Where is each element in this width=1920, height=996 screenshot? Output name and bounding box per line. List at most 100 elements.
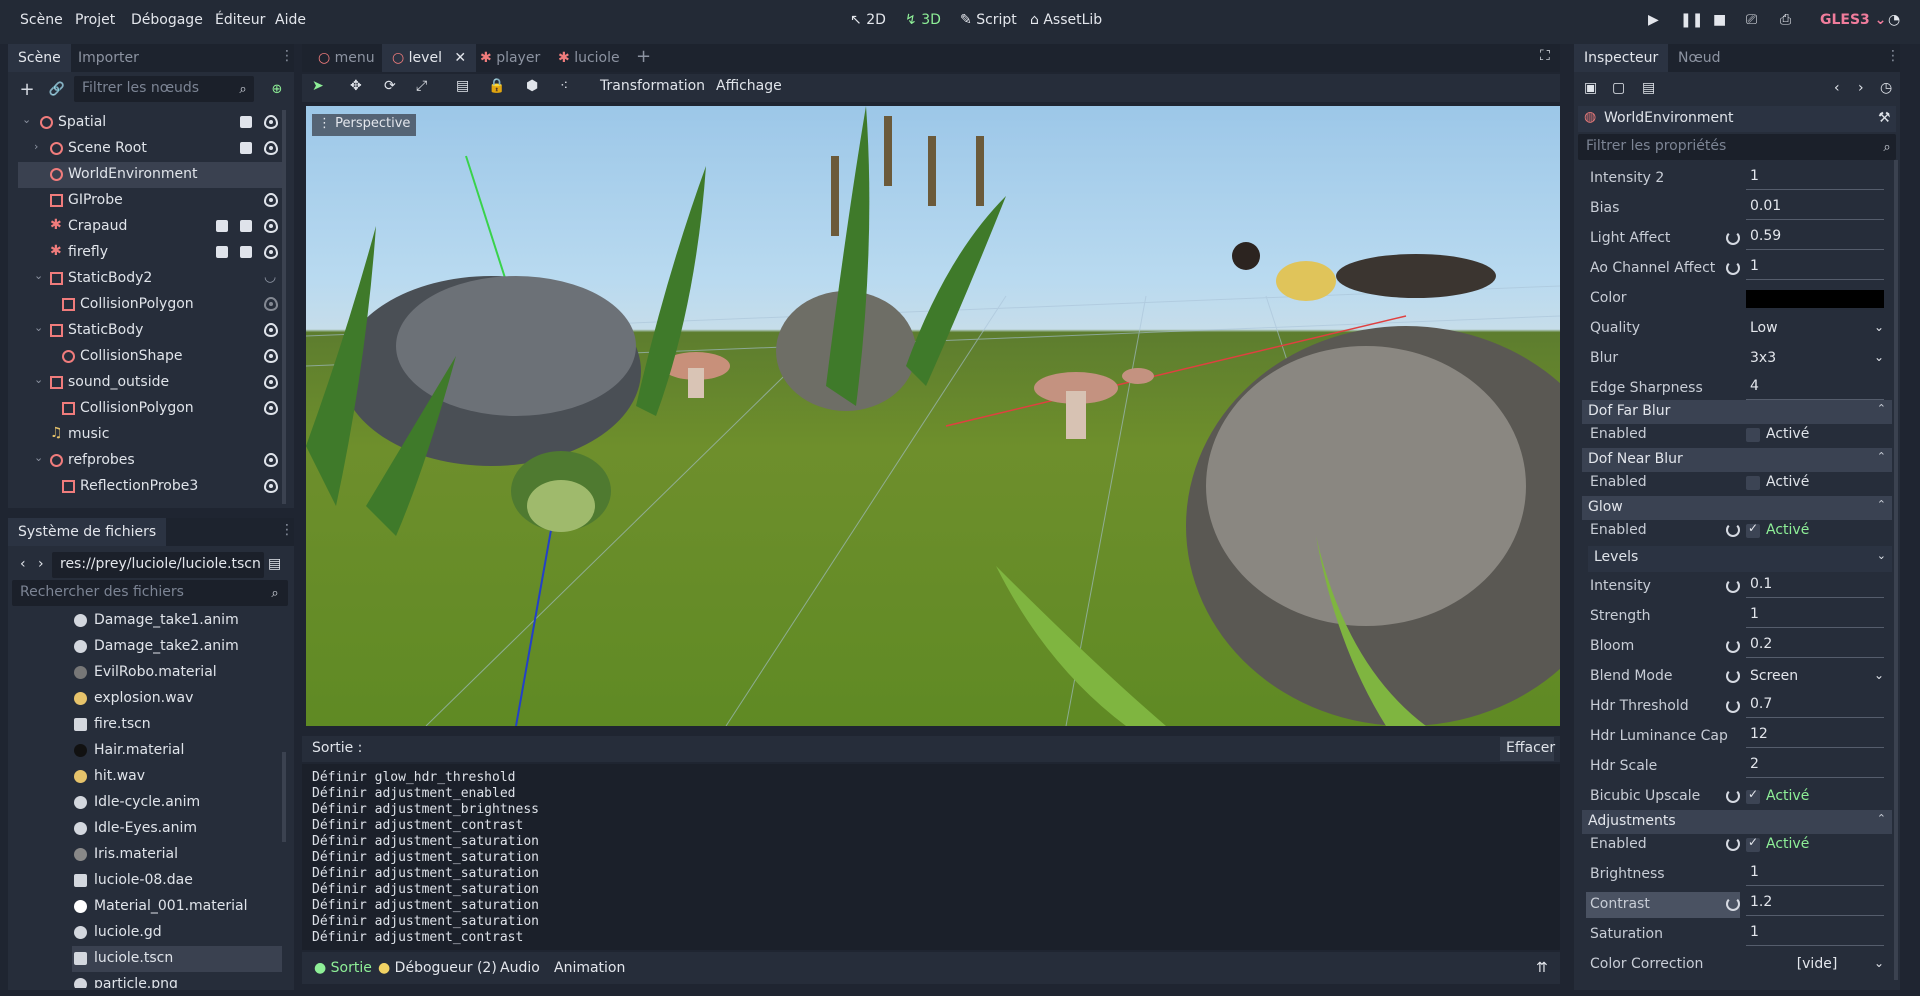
file-search-input[interactable]: Rechercher des fichiers: [12, 580, 288, 606]
move-tool-icon[interactable]: ✥: [350, 78, 362, 94]
hidden-eye-icon[interactable]: ◡: [264, 269, 276, 285]
file-item[interactable]: Damage_take1.anim: [72, 608, 282, 634]
clear-button[interactable]: Effacer: [1500, 737, 1555, 761]
open-scene-icon[interactable]: [216, 220, 228, 232]
collapse-arrow-icon[interactable]: ⌄: [22, 113, 31, 126]
visibility-eye-icon[interactable]: [264, 453, 278, 467]
pause-icon[interactable]: ❚❚: [1680, 12, 1703, 28]
play-icon[interactable]: ▶: [1648, 12, 1659, 28]
scene-tree-scrollbar[interactable]: [282, 110, 286, 504]
revert-icon[interactable]: [1726, 789, 1740, 803]
checkbox[interactable]: [1746, 835, 1760, 852]
blend-mode-dropdown[interactable]: Screen ⌄: [1746, 666, 1888, 690]
tree-node-reflectionprobe3[interactable]: ReflectionProbe3: [18, 474, 282, 500]
file-item[interactable]: Iris.material: [72, 842, 282, 868]
3d-viewport[interactable]: ⋮ Perspective: [306, 106, 1560, 726]
tree-node-staticbody2[interactable]: ⌄ StaticBody2 ◡: [18, 266, 282, 292]
checkbox[interactable]: [1746, 787, 1760, 804]
visibility-eye-icon[interactable]: [264, 219, 278, 233]
revert-icon[interactable]: [1726, 523, 1740, 537]
prop-value[interactable]: 1: [1746, 258, 1884, 280]
tab-level[interactable]: ○ level ✕: [382, 44, 477, 72]
quality-dropdown[interactable]: Low ⌄: [1746, 318, 1888, 342]
lock-icon[interactable]: 🔒: [488, 78, 505, 94]
stop-icon[interactable]: ■: [1713, 12, 1726, 28]
history-back-icon[interactable]: ‹: [1834, 80, 1840, 96]
checkbox[interactable]: [1746, 521, 1760, 538]
file-item[interactable]: fire.tscn: [72, 712, 282, 738]
menu-editor[interactable]: Éditeur: [215, 12, 265, 28]
tab-scene[interactable]: Scène: [8, 44, 71, 72]
prop-value[interactable]: 12: [1746, 726, 1884, 748]
prop-value[interactable]: 1.2: [1746, 894, 1884, 916]
tab-player[interactable]: ✱ player: [470, 44, 550, 72]
transform-menu[interactable]: Transformation: [600, 78, 705, 94]
instance-scene-icon[interactable]: ⊕: [268, 80, 286, 98]
tab-animation[interactable]: Animation: [554, 960, 625, 976]
tab-output[interactable]: ● Sortie: [314, 960, 372, 976]
menu-scene[interactable]: Scène: [20, 12, 63, 28]
close-icon[interactable]: ✕: [454, 50, 466, 66]
tab-inspector[interactable]: Inspecteur: [1574, 44, 1669, 72]
history-icon[interactable]: ◷: [1880, 80, 1892, 96]
file-item[interactable]: hit.wav: [72, 764, 282, 790]
path-field[interactable]: res://prey/luciole/luciole.tscn: [52, 552, 264, 578]
history-forward-icon[interactable]: ›: [1858, 80, 1864, 96]
select-tool-icon[interactable]: ➤: [312, 78, 324, 94]
file-item[interactable]: Idle-Eyes.anim: [72, 816, 282, 842]
tree-node-spatial[interactable]: ⌄ Spatial: [18, 110, 282, 136]
mode-assetlib[interactable]: ⌂ AssetLib: [1030, 12, 1102, 28]
collapse-arrow-icon[interactable]: ⌄: [34, 321, 43, 334]
tab-menu[interactable]: ○ menu: [308, 44, 385, 72]
prop-value[interactable]: 0.1: [1746, 576, 1884, 598]
visibility-eye-icon[interactable]: [264, 115, 278, 129]
object-tools-icon[interactable]: ⚒: [1878, 110, 1891, 126]
prop-value[interactable]: 2: [1746, 756, 1884, 778]
revert-icon[interactable]: [1726, 579, 1740, 593]
prop-value[interactable]: 0.2: [1746, 636, 1884, 658]
visibility-eye-icon[interactable]: [264, 401, 278, 415]
mode-script[interactable]: ✎ Script: [960, 12, 1017, 28]
file-item[interactable]: Material_001.material: [72, 894, 282, 920]
group-icon[interactable]: ⬢: [526, 78, 538, 94]
tree-node-sound-outside[interactable]: ⌄ sound_outside: [18, 370, 282, 396]
script-icon[interactable]: [240, 116, 252, 128]
split-view-icon[interactable]: ▤: [268, 556, 281, 572]
subsection-levels[interactable]: Levels ⌄: [1588, 546, 1892, 572]
rotate-tool-icon[interactable]: ⟳: [384, 78, 396, 94]
tree-node-staticbody[interactable]: ⌄ StaticBody: [18, 318, 282, 344]
file-item[interactable]: luciole.tscn: [72, 946, 282, 972]
prop-value[interactable]: 0.01: [1746, 198, 1884, 220]
save-icon[interactable]: ▤: [1642, 80, 1655, 96]
prop-value[interactable]: 4: [1746, 378, 1884, 400]
expand-arrow-icon[interactable]: ›: [34, 140, 38, 153]
open-folder-icon[interactable]: ▢: [1612, 80, 1625, 96]
back-icon[interactable]: ‹: [20, 556, 26, 572]
revert-icon[interactable]: [1726, 639, 1740, 653]
forward-icon[interactable]: ›: [38, 556, 44, 572]
new-tab-icon[interactable]: +: [636, 46, 651, 67]
tab-import[interactable]: Importer: [68, 44, 149, 72]
dock-menu-icon[interactable]: ⋮: [1886, 48, 1900, 64]
color-swatch[interactable]: [1746, 290, 1884, 308]
play-custom-scene-icon[interactable]: ⎙: [1780, 12, 1791, 28]
tree-node-scene-root[interactable]: › Scene Root: [18, 136, 282, 162]
tab-audio[interactable]: Audio: [500, 960, 540, 976]
tree-node-firefly[interactable]: ✱ firefly: [18, 240, 282, 266]
snap-icon[interactable]: ⁖: [560, 78, 568, 94]
revert-icon[interactable]: [1726, 231, 1740, 245]
prop-value[interactable]: 0.7: [1746, 696, 1884, 718]
prop-value[interactable]: 0.59: [1746, 228, 1884, 250]
visibility-eye-icon[interactable]: [264, 245, 278, 259]
tab-luciole[interactable]: ✱ luciole: [548, 44, 630, 72]
file-item[interactable]: particle.png: [72, 972, 282, 988]
tab-filesystem[interactable]: Système de fichiers: [8, 518, 167, 546]
object-selector[interactable]: ◍ WorldEnvironment ⚒: [1578, 106, 1896, 132]
menu-debug[interactable]: Débogage: [131, 12, 203, 28]
visibility-eye-icon[interactable]: [264, 297, 278, 311]
visibility-eye-icon[interactable]: [264, 193, 278, 207]
checkbox[interactable]: [1746, 428, 1760, 442]
mode-2d[interactable]: ↖ 2D: [850, 12, 886, 28]
prop-value[interactable]: 1: [1746, 168, 1884, 190]
renderer-select[interactable]: GLES3 ⌄: [1820, 12, 1886, 28]
